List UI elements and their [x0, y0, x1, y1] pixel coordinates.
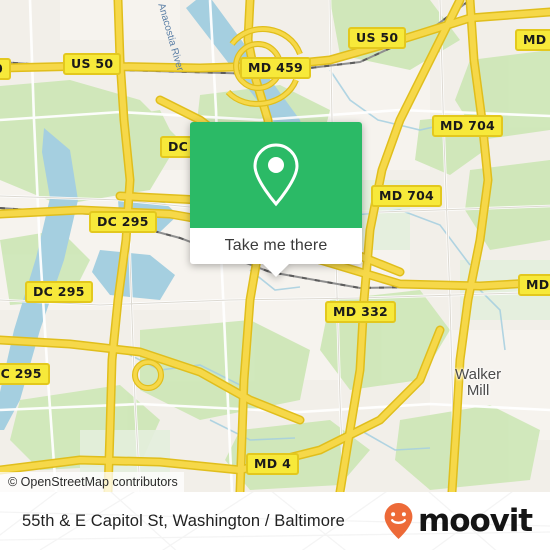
- moovit-map-screen: Anacostia River 0 US 50 MD 459 US 50 MD …: [0, 0, 550, 550]
- take-me-there-button[interactable]: Take me there: [190, 228, 362, 264]
- location-address: 55th & E Capitol St, Washington / Baltim…: [22, 511, 345, 530]
- place-label-line1: Walker: [455, 366, 502, 383]
- moovit-wordmark: moovit: [418, 502, 533, 539]
- place-label-line2: Mill: [466, 382, 490, 399]
- callout-pointer: [263, 264, 289, 277]
- road-shield[interactable]: US 50: [348, 27, 407, 49]
- take-me-there-label: Take me there: [224, 237, 328, 254]
- map-pin-icon: [253, 143, 299, 207]
- footer-bar: 55th & E Capitol St, Washington / Baltim…: [0, 492, 550, 550]
- road-shield[interactable]: DC 295: [25, 281, 93, 303]
- road-shield[interactable]: DC 295: [0, 363, 50, 385]
- road-shield[interactable]: 0: [0, 58, 11, 80]
- callout-pin-area: [190, 122, 362, 228]
- road-shield[interactable]: MD 4: [246, 453, 300, 475]
- map-viewport[interactable]: Anacostia River 0 US 50 MD 459 US 50 MD …: [0, 0, 550, 492]
- road-shield[interactable]: MD 704: [371, 185, 443, 207]
- moovit-pin-icon: [384, 503, 413, 539]
- road-shield[interactable]: MD 459: [240, 57, 312, 79]
- road-shield[interactable]: MD 21: [518, 274, 550, 296]
- location-callout-card[interactable]: Take me there: [190, 122, 362, 277]
- road-shield[interactable]: MD 704: [515, 29, 550, 51]
- place-label-walker-mill: Walker Mill: [455, 367, 501, 399]
- road-shield[interactable]: US 50: [63, 53, 122, 75]
- map-attribution[interactable]: © OpenStreetMap contributors: [0, 472, 184, 492]
- road-shield[interactable]: DC 295: [89, 211, 157, 233]
- moovit-logo[interactable]: moovit: [382, 501, 533, 541]
- road-shield[interactable]: MD 332: [325, 301, 397, 323]
- road-shield[interactable]: MD 704: [432, 115, 504, 137]
